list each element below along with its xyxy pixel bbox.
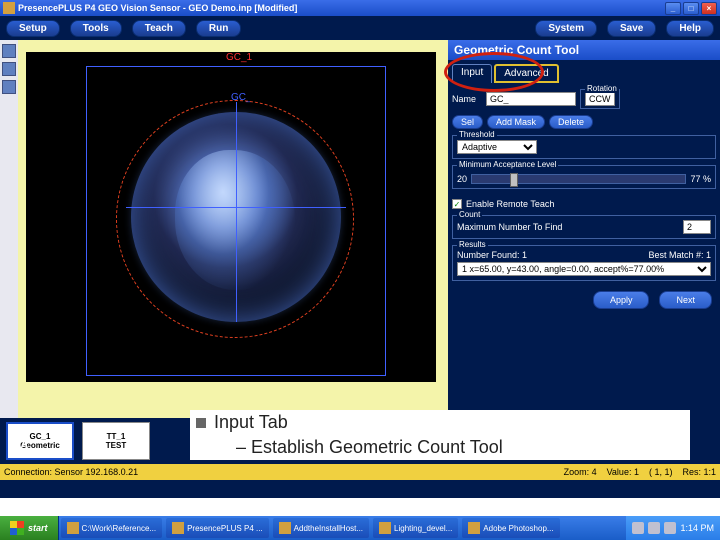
windows-taskbar: start C:\Work\Reference... PresencePLUS … <box>0 516 720 540</box>
titlebar: PresencePLUS P4 GEO Vision Sensor - GEO … <box>0 0 720 16</box>
remote-teach-label: Enable Remote Teach <box>466 199 554 209</box>
teach-button[interactable]: Teach <box>132 20 186 37</box>
accept-value: 20 <box>457 174 467 184</box>
folder-icon <box>67 522 79 534</box>
results-found: Number Found: 1 <box>457 250 527 260</box>
panel-header: Geometric Count Tool <box>448 40 720 60</box>
photoshop-icon <box>468 522 480 534</box>
slide-annotation: Input Tab – Establish Geometric Count To… <box>190 410 690 460</box>
app-icon <box>172 522 184 534</box>
sel-button[interactable]: Sel <box>452 115 483 129</box>
maximize-button[interactable]: □ <box>683 2 699 15</box>
status-pos: ( 1, 1) <box>649 467 673 477</box>
rotation-field[interactable] <box>585 92 615 106</box>
annotation-title: Input Tab <box>214 412 288 433</box>
count-label: Maximum Number To Find <box>457 222 679 232</box>
taskbar-item[interactable]: AddtheInstallHost... <box>273 518 369 538</box>
delete-button[interactable]: Delete <box>549 115 593 129</box>
count-spinner[interactable] <box>683 220 711 234</box>
roi-label: GC_1 <box>226 52 252 63</box>
sidebar-tool-icon[interactable] <box>2 44 16 58</box>
name-field[interactable] <box>486 92 576 106</box>
save-button[interactable]: Save <box>607 20 656 37</box>
tool-letter-a: A <box>20 438 29 452</box>
accept-pct: 77 % <box>690 174 711 184</box>
taskbar-item[interactable]: Lighting_devel... <box>373 518 458 538</box>
minimize-button[interactable]: _ <box>665 2 681 15</box>
apply-button[interactable]: Apply <box>593 291 650 309</box>
status-connection: Connection: Sensor 192.168.0.21 <box>4 467 138 477</box>
accept-group: Minimum Acceptance Level 20 77 % <box>452 165 716 189</box>
threshold-select[interactable]: Adaptive <box>457 140 537 154</box>
results-group: Results Number Found: 1 Best Match #: 1 … <box>452 245 716 281</box>
window-title: PresencePLUS P4 GEO Vision Sensor - GEO … <box>18 3 665 13</box>
remote-teach-checkbox[interactable]: ✓ <box>452 199 462 209</box>
sidebar-tool-icon[interactable] <box>2 80 16 94</box>
system-button[interactable]: System <box>535 20 597 37</box>
tab-advanced[interactable]: Advanced <box>494 64 558 83</box>
bullet-icon <box>196 418 206 428</box>
tool-card-gc1[interactable]: GC_1 Geometric <box>6 422 74 460</box>
tab-input[interactable]: Input <box>452 64 492 83</box>
accept-legend: Minimum Acceptance Level <box>457 160 558 169</box>
system-tray: 1:14 PM <box>626 516 720 540</box>
rotation-legend: Rotation <box>585 84 619 93</box>
sidebar-tool-icon[interactable] <box>2 62 16 76</box>
results-best: Best Match #: 1 <box>648 250 711 260</box>
taskbar-item[interactable]: PresencePLUS P4 ... <box>166 518 269 538</box>
clock: 1:14 PM <box>680 523 714 533</box>
help-button[interactable]: Help <box>666 20 714 37</box>
next-button[interactable]: Next <box>659 291 712 309</box>
tray-icon[interactable] <box>664 522 676 534</box>
count-group: Count Maximum Number To Find <box>452 215 716 239</box>
taskbar-item[interactable]: C:\Work\Reference... <box>61 518 163 538</box>
annotation-sub: – Establish Geometric Count Tool <box>196 437 684 458</box>
camera-viewport[interactable]: GC_1 GC_ <box>26 52 436 382</box>
start-button[interactable]: start <box>0 516 59 540</box>
doc-icon <box>279 522 291 534</box>
windows-logo-icon <box>10 521 24 535</box>
status-res: Res: 1:1 <box>682 467 716 477</box>
tray-icon[interactable] <box>632 522 644 534</box>
results-list[interactable]: 1 x=65.00, y=43.00, angle=0.00, accept%=… <box>457 262 711 276</box>
top-nav: Setup Tools Teach Run System Save Help <box>0 16 720 40</box>
tab-bar: Input Advanced <box>452 64 716 83</box>
crosshair-vertical <box>236 102 237 322</box>
setup-button[interactable]: Setup <box>6 20 60 37</box>
name-label: Name <box>452 94 482 104</box>
taskbar-item[interactable]: Adobe Photoshop... <box>462 518 559 538</box>
properties-panel: Geometric Count Tool Input Advanced Name… <box>448 40 720 418</box>
close-button[interactable]: × <box>701 2 717 15</box>
add-mask-button[interactable]: Add Mask <box>487 115 545 129</box>
run-button[interactable]: Run <box>196 20 241 37</box>
doc-icon <box>379 522 391 534</box>
image-panel: GC_1 GC_ <box>18 40 448 418</box>
accept-slider[interactable] <box>471 174 686 184</box>
left-sidebar <box>0 40 18 418</box>
tray-icon[interactable] <box>648 522 660 534</box>
results-legend: Results <box>457 240 488 249</box>
status-bar: Connection: Sensor 192.168.0.21 Zoom: 4 … <box>0 464 720 480</box>
count-legend: Count <box>457 210 482 219</box>
app-icon <box>3 2 15 14</box>
threshold-legend: Threshold <box>457 130 497 139</box>
tools-button[interactable]: Tools <box>70 20 122 37</box>
status-value: Value: 1 <box>607 467 639 477</box>
status-zoom: Zoom: 4 <box>564 467 597 477</box>
tool-card-tt1[interactable]: TT_1 TEST <box>82 422 150 460</box>
threshold-group: Threshold Adaptive <box>452 135 716 159</box>
